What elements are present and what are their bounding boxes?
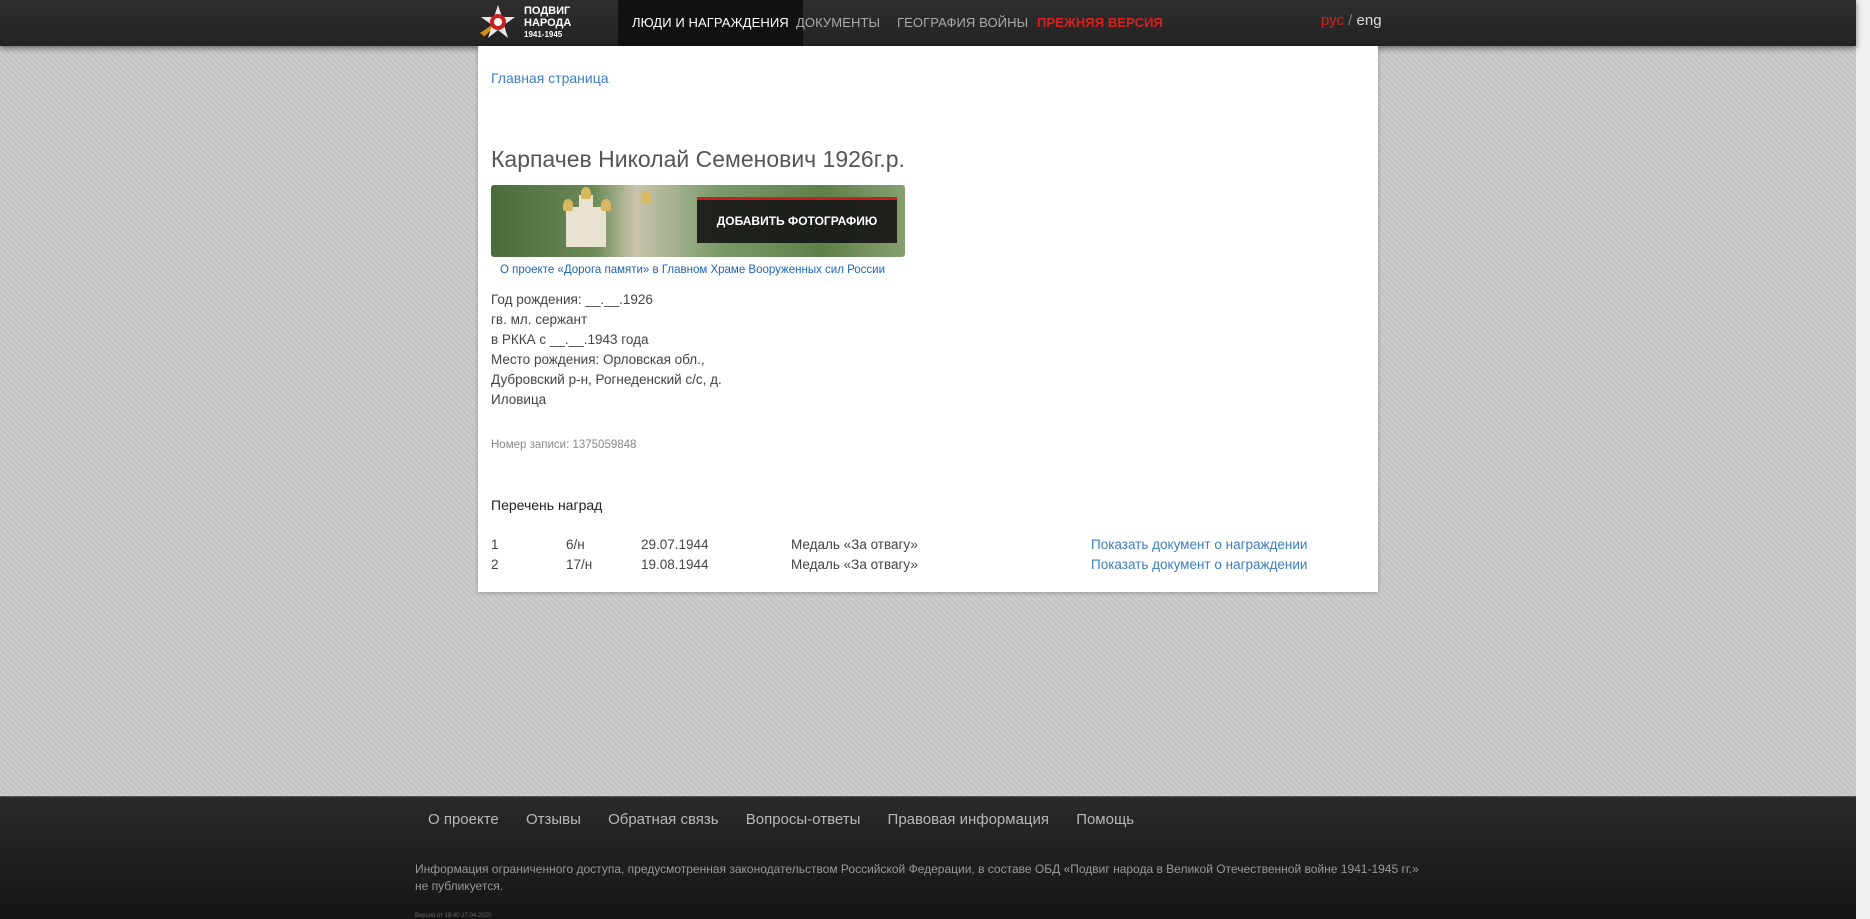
award-code: 6/н xyxy=(566,537,585,552)
nav-people-awards[interactable]: ЛЮДИ И НАГРАЖДЕНИЯ xyxy=(618,0,803,46)
footer-disclaimer-line1: Информация ограниченного доступа, предус… xyxy=(415,862,1419,876)
nav-documents[interactable]: ДОКУМЕНТЫ xyxy=(796,0,880,46)
award-row: 1 6/н 29.07.1944 Медаль «За отвагу» Пока… xyxy=(491,537,1351,557)
cathedral-shape xyxy=(566,207,606,247)
birth-year: Год рождения: __.__.1926 xyxy=(491,292,653,307)
footer-disclaimer-line2: не публикуется. xyxy=(415,879,504,893)
cathedral-dome xyxy=(581,187,591,199)
nav-old-version[interactable]: ПРЕЖНЯЯ ВЕРСИЯ xyxy=(1037,0,1163,46)
cathedral-dome xyxy=(563,199,573,211)
birthplace-line3: Иловица xyxy=(491,392,547,407)
rank: гв. мл. сержант xyxy=(491,312,588,327)
birthplace-line2: Дубровский р-н, Рогнеденский с/с, д. xyxy=(491,372,722,387)
show-award-document-link[interactable]: Показать документ о награждении xyxy=(1091,537,1307,552)
footer-link-legal[interactable]: Правовая информация xyxy=(888,811,1049,828)
scrollbar-track[interactable] xyxy=(1856,0,1870,919)
language-switcher: рус / eng xyxy=(1321,12,1382,29)
awards-heading: Перечень наград xyxy=(491,497,603,513)
page-title: Карпачев Николай Семенович 1926г.р. xyxy=(491,146,905,172)
award-date: 19.08.1944 xyxy=(641,557,709,572)
site-logo[interactable]: ПОДВИГ НАРОДА 1941-1945 xyxy=(478,3,588,43)
lang-en[interactable]: eng xyxy=(1357,12,1382,29)
footer-links: О проекте Отзывы Обратная связь Вопросы-… xyxy=(428,811,1157,828)
record-number: Номер записи: 1375059848 xyxy=(491,439,637,451)
cathedral-dome xyxy=(601,199,611,211)
logo-line2: НАРОДА xyxy=(524,17,572,29)
top-navbar: ПОДВИГ НАРОДА 1941-1945 ЛЮДИ И НАГРАЖДЕН… xyxy=(0,0,1856,46)
version-label: Версия от 18:40 17.04.2020 xyxy=(415,913,492,919)
footer: О проекте Отзывы Обратная связь Вопросы-… xyxy=(0,796,1856,919)
memory-road-link[interactable]: О проекте «Дорога памяти» в Главном Храм… xyxy=(500,264,885,276)
cathedral-dome xyxy=(641,191,651,203)
award-num: 2 xyxy=(491,557,499,572)
award-num: 1 xyxy=(491,537,499,552)
hero-info: Год рождения: __.__.1926 гв. мл. сержант… xyxy=(491,290,722,410)
award-name: Медаль «За отвагу» xyxy=(791,557,918,572)
award-name: Медаль «За отвагу» xyxy=(791,537,918,552)
footer-link-about[interactable]: О проекте xyxy=(428,811,499,828)
logo-years: 1941-1945 xyxy=(524,30,563,39)
logo-line1: ПОДВИГ xyxy=(524,5,571,17)
award-date: 29.07.1944 xyxy=(641,537,709,552)
lang-ru[interactable]: рус xyxy=(1321,12,1344,29)
order-star-icon xyxy=(478,3,518,43)
memory-road-banner[interactable]: ДОБАВИТЬ ФОТОГРАФИЮ ГЕРОЯ xyxy=(491,185,905,257)
birthplace-line1: Место рождения: Орловская обл., xyxy=(491,352,705,367)
nav-war-geography[interactable]: ГЕОГРАФИЯ ВОЙНЫ xyxy=(897,0,1028,46)
footer-link-feedback[interactable]: Обратная связь xyxy=(608,811,719,828)
show-award-document-link[interactable]: Показать документ о награждении xyxy=(1091,557,1307,572)
logo-text: ПОДВИГ НАРОДА 1941-1945 xyxy=(524,5,571,41)
footer-link-faq[interactable]: Вопросы-ответы xyxy=(746,811,861,828)
award-row: 2 17/н 19.08.1944 Медаль «За отвагу» Пок… xyxy=(491,557,1351,577)
hero-card: Главная страница Карпачев Николай Семено… xyxy=(478,46,1378,592)
footer-link-reviews[interactable]: Отзывы xyxy=(526,811,581,828)
add-hero-photo-button[interactable]: ДОБАВИТЬ ФОТОГРАФИЮ ГЕРОЯ xyxy=(697,197,897,257)
footer-disclaimer: Информация ограниченного доступа, предус… xyxy=(415,861,1445,895)
award-code: 17/н xyxy=(566,557,593,572)
footer-link-help[interactable]: Помощь xyxy=(1076,811,1134,828)
lang-separator: / xyxy=(1344,12,1357,29)
army-since: в РККА с __.__.1943 года xyxy=(491,332,649,347)
breadcrumb-home[interactable]: Главная страница xyxy=(491,70,609,86)
